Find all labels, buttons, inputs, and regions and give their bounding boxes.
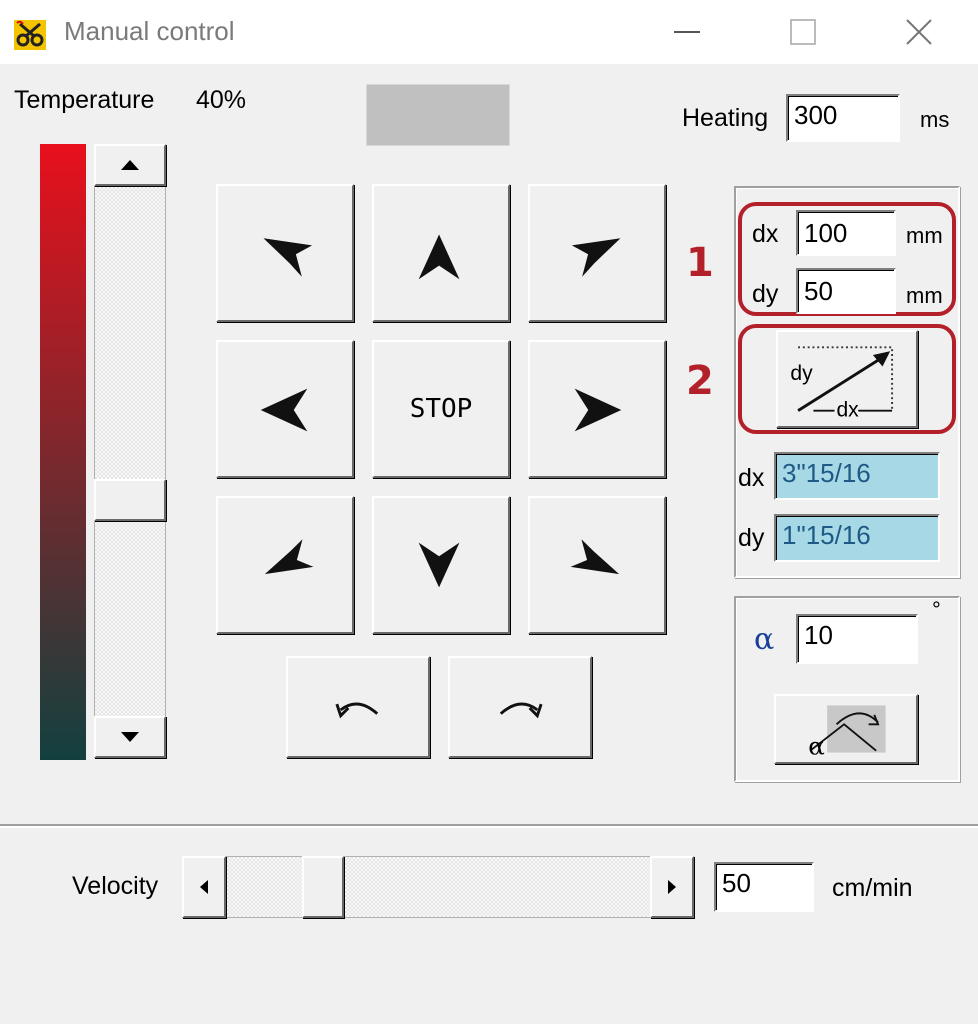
heating-input[interactable]: 300 [786,94,900,142]
arrow-up-left-icon [263,238,313,277]
move-up-right-button[interactable] [528,184,666,322]
result-dx-label: dx [738,464,765,492]
dy-label: dy [752,280,779,308]
heating-unit: ms [920,107,950,132]
arrow-down-icon [418,542,460,588]
apply-rotation-button[interactable]: α [774,694,918,764]
alpha-label: α [754,622,775,657]
arrow-up-icon [418,234,460,280]
temperature-scrollbar[interactable] [94,144,166,758]
heating-label: Heating [682,104,769,132]
move-down-left-button[interactable] [216,496,354,634]
temperature-value: 40% [196,86,247,114]
close-button[interactable] [894,12,944,52]
move-left-button[interactable] [216,340,354,478]
stop-button[interactable]: STOP [372,340,510,478]
dx-input[interactable]: 100 [796,210,896,256]
velocity-slider-thumb[interactable] [302,856,345,918]
rotate-angle-icon: α [808,705,886,760]
title-bar: Manual control [0,0,978,64]
move-down-button[interactable] [372,496,510,634]
scissors-icon [14,20,46,50]
move-right-button[interactable] [528,340,666,478]
result-dx-field: 3"15/16 [774,452,940,500]
dy-input[interactable]: 50 [796,268,896,314]
alpha-symbol-text: α [808,731,825,760]
minimize-button[interactable] [662,12,712,52]
arrow-right-icon [574,388,622,432]
rotate-cw-button[interactable] [448,656,592,758]
move-up-left-button[interactable] [216,184,354,322]
dx-unit: mm [906,223,943,248]
result-dy-field: 1"15/16 [774,514,940,562]
dy-unit: mm [906,283,943,308]
degree-unit: ° [932,597,941,622]
temperature-up-button[interactable] [94,144,166,186]
callout-number-2: 2 [686,358,714,404]
triangle-up-icon [121,160,139,170]
triangle-down-icon [121,732,139,742]
rotate-ccw-icon [335,702,379,719]
temperature-label: Temperature [14,86,155,114]
velocity-slider[interactable] [182,856,692,918]
separator-highlight [0,826,978,828]
velocity-unit: cm/min [832,874,913,902]
arrow-down-right-icon [570,539,620,575]
velocity-decrease-button[interactable] [182,856,226,918]
rotate-cw-icon [499,702,543,719]
window-title: Manual control [64,16,235,46]
result-dy-label: dy [738,524,765,552]
triangle-left-icon [200,880,208,894]
move-down-right-button[interactable] [528,496,666,634]
apply-offset-button[interactable]: dy dx [776,330,918,428]
arrow-left-icon [260,388,308,432]
diagonal-move-icon: dy dx [790,346,894,424]
arrow-up-right-icon [571,238,621,277]
velocity-label: Velocity [72,872,159,900]
temperature-down-button[interactable] [94,716,166,758]
diagram-dy-text: dy [790,362,813,385]
temperature-gradient-bar [40,144,86,760]
arrow-down-left-icon [264,539,314,575]
maximize-button[interactable] [778,12,828,52]
callout-number-1: 1 [686,240,714,286]
velocity-input[interactable]: 50 [714,862,814,912]
close-icon [906,19,932,45]
velocity-increase-button[interactable] [650,856,694,918]
rotate-ccw-button[interactable] [286,656,430,758]
color-preview-box [366,84,510,146]
move-up-button[interactable] [372,184,510,322]
triangle-right-icon [668,880,676,894]
dx-label: dx [752,220,779,248]
diagram-dx-text: dx [836,398,859,421]
alpha-input[interactable]: 10 [796,614,918,664]
temperature-slider-thumb[interactable] [94,478,166,521]
